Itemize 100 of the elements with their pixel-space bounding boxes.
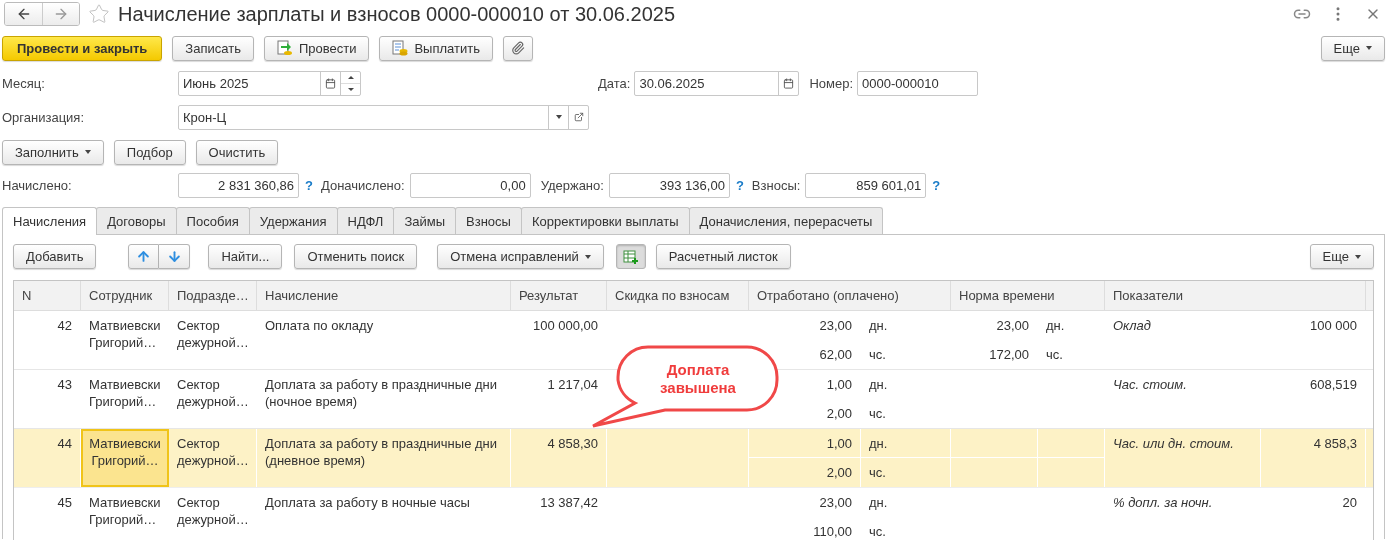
total-field: 393 136,00 <box>608 172 730 198</box>
table-cell-text: Матвиевски Григорий… <box>88 317 162 352</box>
more-button[interactable]: Еще <box>1320 35 1385 61</box>
table-cell-text: Матвиевски Григорий… <box>88 376 162 411</box>
month-field[interactable]: Июнь 2025 <box>178 70 361 96</box>
total-field: 2 831 360,86 <box>178 172 299 198</box>
column-header: Отработано (оплачено) <box>749 281 951 310</box>
tab[interactable]: Пособия <box>175 207 250 234</box>
tab[interactable]: Удержания <box>248 207 338 234</box>
caret-icon <box>555 115 562 119</box>
star-icon[interactable] <box>88 3 110 25</box>
total-label: Доначислено: <box>320 177 405 193</box>
table-cell-text: 23,00 <box>818 494 853 512</box>
toolbar-button[interactable]: Найти... <box>208 244 283 269</box>
callout-text: Доплата завышена <box>659 361 737 397</box>
spin-up-icon <box>347 75 354 79</box>
table-cell: Матвиевски Григорий… <box>81 429 169 487</box>
table-cell-text: 43 <box>56 376 73 394</box>
total-label: Взносы: <box>751 177 801 193</box>
organization-field[interactable]: Крон-Ц <box>178 104 589 130</box>
table-cell-text: дн. <box>868 376 889 394</box>
total-field: 859 601,01 <box>805 172 927 198</box>
table-cell-text: Сектор дежурной… <box>176 494 250 529</box>
table-cell-text: дн. <box>868 317 889 335</box>
table-cell-text: 20 <box>1341 494 1358 512</box>
table-cell-text: чс. <box>1045 346 1064 364</box>
column-header: Сотрудник <box>81 281 169 310</box>
table-cell-text: 62,00 <box>818 346 853 364</box>
save-button[interactable]: Записать <box>172 35 254 61</box>
back-button[interactable] <box>5 3 42 25</box>
table-cell: 1,00 <box>749 429 861 458</box>
attach-button[interactable] <box>502 35 533 61</box>
more-button[interactable]: Еще <box>1309 244 1374 269</box>
field-label: Номер: <box>809 75 854 91</box>
table-cell-text: % допл. за ночн. <box>1112 494 1214 512</box>
tab[interactable]: Начисления <box>2 207 98 235</box>
table-cell-text: Час. стоим. <box>1112 376 1188 394</box>
table-cell-text: 23,00 <box>818 317 853 335</box>
forward-button[interactable] <box>42 3 79 25</box>
table-cell-text: чс. <box>868 523 887 540</box>
table-cell: чс. <box>861 458 951 487</box>
field-label: Организация: <box>2 109 86 125</box>
toolbar-button[interactable]: Расчетный листок <box>655 244 791 269</box>
move-up-button[interactable] <box>128 244 160 269</box>
column-header: Скидка по взносам <box>607 281 749 310</box>
table-toggle-button[interactable] <box>615 244 646 269</box>
field-label: Дата: <box>598 75 631 91</box>
toolbar-button[interactable]: Добавить <box>13 244 97 269</box>
table-cell: Доплата за работу в праздничные дни (дневное время) <box>257 429 511 487</box>
table-cell-text: 13 387,42 <box>539 494 599 512</box>
table-cell-text: 172,00 <box>988 346 1030 364</box>
column-header: Подразде… <box>169 281 257 310</box>
help-link[interactable]: ? <box>305 177 313 193</box>
table-cell: 4 858,3 <box>1261 429 1366 487</box>
table-cell: дн. <box>861 429 951 458</box>
table-cell-text: 45 <box>56 494 73 512</box>
tab[interactable]: Корректировки выплаты <box>520 207 690 234</box>
help-link[interactable]: ? <box>932 177 941 193</box>
table-cell-text: Матвиевски Григорий… <box>88 494 162 529</box>
tab[interactable]: Договоры <box>96 207 177 234</box>
move-down-button[interactable] <box>159 244 191 269</box>
calendar-icon <box>325 77 336 89</box>
column-header: N <box>14 281 81 310</box>
toolbar-button[interactable]: Отменить поиск <box>294 244 418 269</box>
total-label: Удержано: <box>540 177 604 193</box>
tab[interactable]: НДФЛ <box>336 207 395 234</box>
document-arrow-icon <box>276 40 293 56</box>
table-cell-text: Оплата по окладу <box>264 317 375 335</box>
form-button[interactable]: Подбор <box>113 139 186 165</box>
column-header: Результат <box>511 281 607 310</box>
table-cell-text: 100 000,00 <box>531 317 599 335</box>
table-cell-text: Сектор дежурной… <box>176 317 250 352</box>
column-header: Начисление <box>257 281 511 310</box>
form-button[interactable]: Очистить <box>195 139 279 165</box>
caret-icon <box>1355 254 1361 259</box>
open-icon <box>573 112 584 122</box>
date-field[interactable]: 30.06.2025 <box>634 70 800 96</box>
post-and-close-button[interactable]: Провести и закрыть <box>2 35 163 61</box>
column-header: Норма времени <box>951 281 1105 310</box>
column-header: Показатели <box>1105 281 1366 310</box>
arrow-down-icon <box>166 249 182 264</box>
table-cell-text: Оклад <box>1112 317 1152 335</box>
toolbar-dropdown-button[interactable]: Отмена исправлений <box>437 244 604 269</box>
total-field: 0,00 <box>409 172 531 198</box>
help-link[interactable]: ? <box>735 177 744 193</box>
calendar-icon <box>783 77 795 89</box>
tab[interactable]: Доначисления, перерасчеты <box>688 207 884 234</box>
table-cell-text: 1,00 <box>825 376 853 394</box>
post-button[interactable]: Провести <box>263 35 370 61</box>
table-cell: Сектор дежурной… <box>169 429 257 487</box>
number-field[interactable]: 0000-000010 <box>857 70 979 96</box>
table-cell-text: дн. <box>868 494 889 512</box>
tab[interactable]: Займы <box>393 207 457 234</box>
caret-icon <box>584 254 591 259</box>
form-button[interactable]: Заполнить <box>2 139 104 165</box>
table-cell-text: чс. <box>868 405 887 423</box>
table-cell-text: 42 <box>56 317 73 335</box>
tab[interactable]: Взносы <box>455 207 522 234</box>
table-cell: 4 858,30 <box>511 429 607 487</box>
pay-button[interactable]: Выплатить <box>379 35 493 61</box>
